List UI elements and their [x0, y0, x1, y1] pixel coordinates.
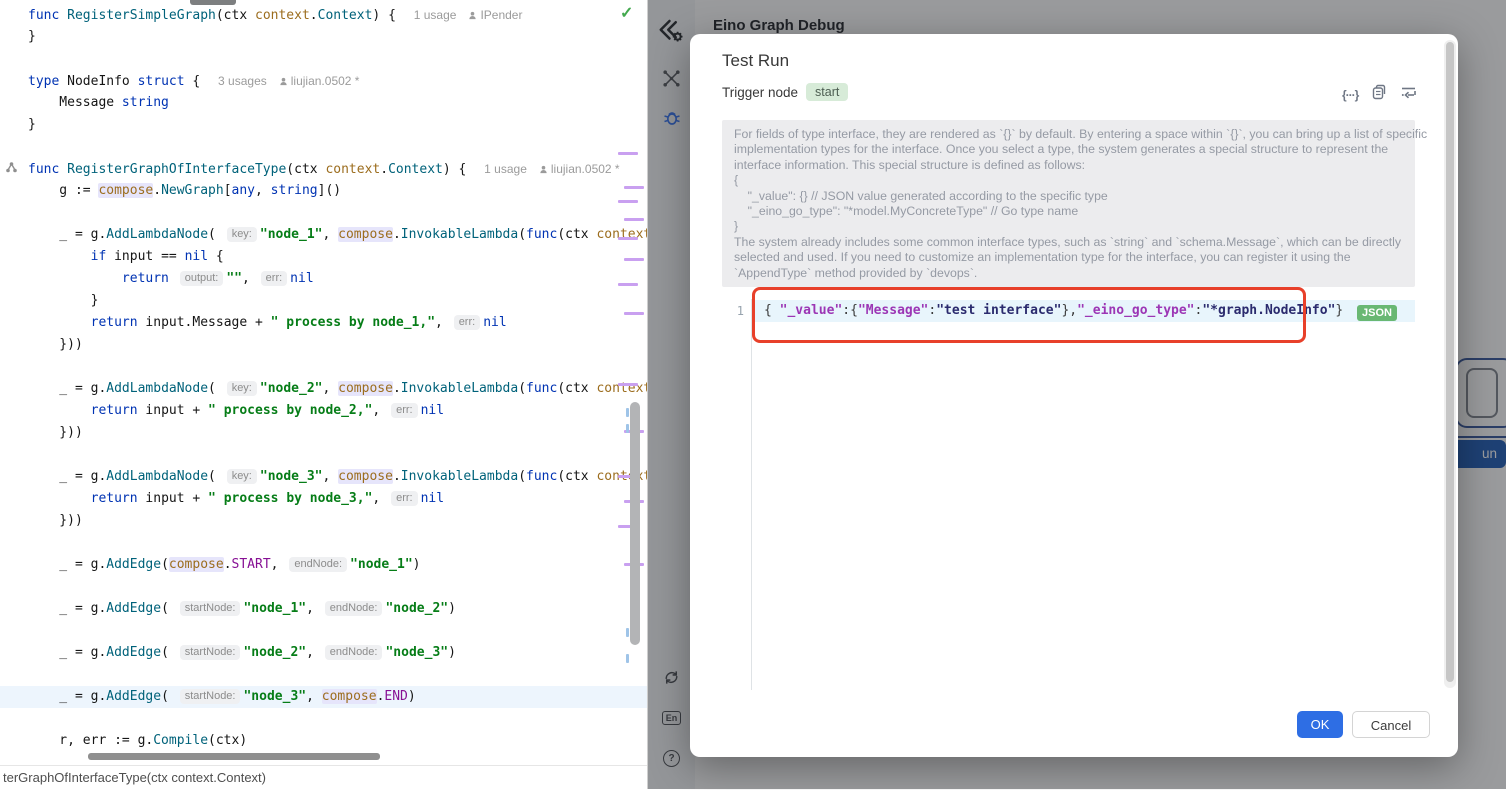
code-line[interactable] [0, 444, 647, 466]
dialog-scrollbar-thumb[interactable] [1446, 42, 1454, 682]
code-editor[interactable]: func RegisterSimpleGraph(ctx context.Con… [0, 0, 647, 765]
code-line[interactable]: _ = g.AddLambdaNode( key:"node_3", compo… [0, 466, 647, 488]
code-line[interactable]: _ = g.AddLambdaNode( key:"node_2", compo… [0, 378, 647, 400]
code-line[interactable] [0, 48, 647, 70]
code-line[interactable]: })) [0, 510, 647, 532]
code-line[interactable] [0, 664, 647, 686]
code-line[interactable]: func RegisterGraphOfInterfaceType(ctx co… [0, 158, 647, 180]
code-line[interactable] [0, 136, 647, 158]
code-line[interactable] [0, 620, 647, 642]
code-line[interactable]: return input.Message + " process by node… [0, 312, 647, 334]
input-highlight-red-box [752, 287, 1306, 343]
code-line[interactable]: _ = g.AddEdge( startNode:"node_1", endNo… [0, 598, 647, 620]
inspection-ok-icon: ✓ [620, 3, 633, 23]
code-line[interactable]: func RegisterSimpleGraph(ctx context.Con… [0, 4, 647, 26]
line-number: 1 [728, 300, 744, 322]
code-line[interactable]: _ = g.AddLambdaNode( key:"node_1", compo… [0, 224, 647, 246]
code-line[interactable]: } [0, 114, 647, 136]
editor-top-knob [190, 0, 236, 5]
trigger-node-badge[interactable]: start [806, 83, 848, 101]
trigger-node-label: Trigger node [722, 85, 798, 100]
code-line[interactable]: return input + " process by node_3,", er… [0, 488, 647, 510]
code-line[interactable]: Message string [0, 92, 647, 114]
format-icon[interactable] [1400, 84, 1417, 105]
dialog-scrollbar-track [1444, 40, 1456, 688]
code-line[interactable]: if input == nil { [0, 246, 647, 268]
code-line[interactable]: })) [0, 422, 647, 444]
code-line[interactable] [0, 356, 647, 378]
code-line[interactable]: })) [0, 334, 647, 356]
copy-icon[interactable] [1371, 84, 1387, 105]
code-line[interactable]: _ = g.AddEdge( startNode:"node_3", compo… [0, 686, 647, 708]
test-run-dialog: Test Run Trigger node start {···} For fi… [690, 34, 1458, 757]
braces-icon[interactable]: {···} [1342, 88, 1358, 102]
code-line[interactable]: } [0, 290, 647, 312]
graph-gutter-icon[interactable] [4, 160, 19, 175]
gutter-separator [751, 299, 752, 690]
code-line[interactable]: } [0, 26, 647, 48]
editor-vertical-scrollbar[interactable] [630, 402, 640, 645]
code-line[interactable] [0, 576, 647, 598]
code-line[interactable]: type NodeInfo struct { 3 usagesliujian.0… [0, 70, 647, 92]
code-line[interactable]: g := compose.NewGraph[any, string]() [0, 180, 647, 202]
code-line[interactable]: r, err := g.Compile(ctx) [0, 730, 647, 752]
editor-horizontal-scrollbar[interactable] [88, 753, 380, 760]
cancel-button[interactable]: Cancel [1352, 711, 1430, 738]
interface-help-text: For fields of type interface, they are r… [722, 120, 1415, 287]
json-format-badge: JSON [1357, 305, 1397, 321]
code-lines[interactable]: func RegisterSimpleGraph(ctx context.Con… [0, 4, 647, 752]
dialog-title: Test Run [722, 51, 789, 71]
ok-button[interactable]: OK [1297, 711, 1343, 738]
code-line[interactable]: _ = g.AddEdge(compose.START, endNode:"no… [0, 554, 647, 576]
code-line[interactable] [0, 202, 647, 224]
breadcrumb: terGraphOfInterfaceType(ctx context.Cont… [0, 765, 647, 789]
code-line[interactable]: return output:"", err:nil [0, 268, 647, 290]
code-line[interactable]: _ = g.AddEdge( startNode:"node_2", endNo… [0, 642, 647, 664]
code-line[interactable] [0, 532, 647, 554]
code-line[interactable]: return input + " process by node_2,", er… [0, 400, 647, 422]
code-line[interactable] [0, 708, 647, 730]
